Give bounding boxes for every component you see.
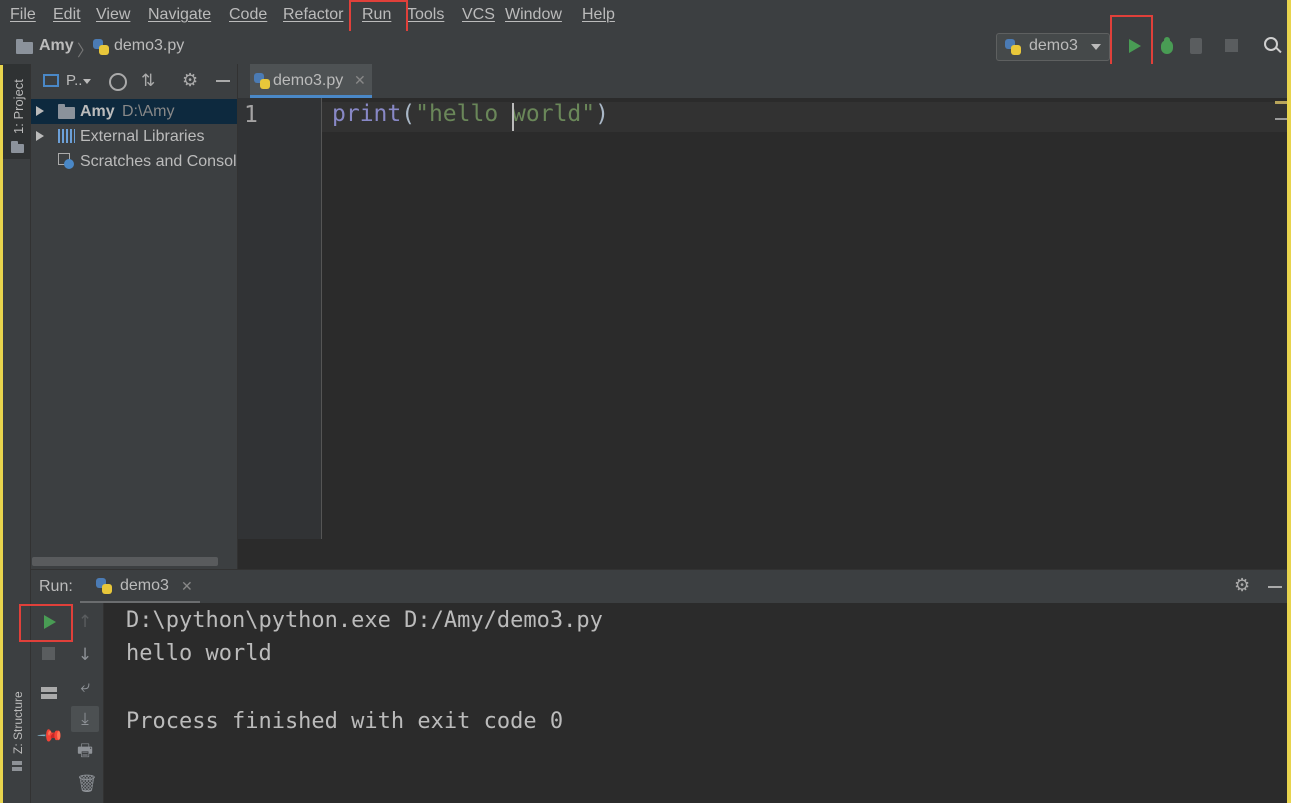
highlight-rerun-button [19,604,73,642]
run-with-coverage-button[interactable] [1190,38,1206,54]
gear-icon[interactable]: ⚙ [1234,576,1252,594]
folder-icon [58,104,75,119]
tree-item-label: Scratches and Consol [80,153,237,170]
python-file-icon [254,73,270,89]
tree-item-project-root[interactable]: Amy D:\Amy [31,99,237,124]
structure-tool-tab-label[interactable]: Z: Structure [11,691,25,754]
run-configuration-label: demo3 [1029,37,1078,54]
trash-icon[interactable]: 🗑 [76,775,98,793]
tree-item-external-libraries[interactable]: External Libraries [31,124,237,149]
folder-icon [11,141,24,153]
locate-target-icon[interactable] [109,73,127,91]
expand-arrow-icon[interactable] [36,131,44,141]
python-icon [96,578,112,594]
menu-bar: File Edit View Navigate Code Refactor Ru… [0,0,1287,31]
run-panel-header: Run: demo3 ✕ ⚙ [31,569,1287,605]
menu-help[interactable]: Help [582,6,615,24]
chevron-down-icon [83,79,91,84]
bug-icon [1161,40,1173,54]
line-number: 1 [244,102,258,128]
window-border-right [1287,0,1291,803]
minimize-icon[interactable] [216,80,230,82]
console-output[interactable] [104,603,1287,803]
code-editor[interactable] [238,98,1287,569]
python-file-icon [93,39,109,55]
tree-item-label: External Libraries [80,128,205,145]
close-icon[interactable]: ✕ [354,72,366,89]
libraries-icon [58,129,75,143]
breadcrumb-project[interactable]: Amy [39,37,74,55]
debug-button[interactable] [1159,37,1175,55]
editor-tab-bar [238,64,1287,99]
menu-refactor[interactable]: Refactor [283,6,343,24]
folder-icon [16,39,33,54]
coverage-icon [1190,38,1202,54]
menu-tools[interactable]: Tools [407,6,444,24]
print-icon[interactable]: 🖶 [76,742,94,760]
code-open-paren: ( [401,101,416,127]
stop-button[interactable] [42,647,55,660]
search-button[interactable] [1263,36,1283,56]
menu-window[interactable]: Window [505,6,562,24]
gear-icon[interactable]: ⚙ [182,71,200,89]
console-line: Process finished with exit code 0 [126,709,564,734]
tab-demo3[interactable]: demo3.py ✕ [250,64,372,98]
layout-icon[interactable] [41,687,57,699]
breadcrumb-separator: 〉 [77,43,94,60]
horizontal-scrollbar[interactable] [32,557,218,566]
tree-item-label: Amy [80,103,115,120]
error-stripe-mark [1275,118,1287,120]
tab-label: demo3.py [273,72,344,89]
editor-gutter [238,98,322,539]
run-tab-label: demo3 [120,577,169,594]
chevron-down-icon [1091,44,1101,50]
down-arrow-icon[interactable]: ↓ [76,646,94,664]
text-cursor [512,103,514,131]
left-tool-stripe: 1: Project Z: Structure [3,64,31,803]
menu-view[interactable]: View [96,6,130,24]
collapse-all-icon[interactable]: ⇅ [141,72,157,90]
expand-arrow-icon[interactable] [36,106,44,116]
minimize-icon[interactable] [1268,586,1282,588]
python-icon [1005,39,1021,55]
code-close-paren: ) [595,101,609,127]
run-panel-label: Run: [39,578,73,595]
pin-icon[interactable]: 📌 [36,722,65,751]
project-toolbar: P.. ⇅ ⚙ [31,64,237,98]
run-tab-demo3[interactable]: demo3 ✕ [80,570,200,603]
soft-wrap-icon[interactable]: ⤶ [76,678,94,696]
breadcrumb-file[interactable]: demo3.py [114,37,184,55]
code-function-name: print [332,101,402,127]
project-view-icon [43,74,59,87]
structure-icon [12,761,22,765]
tree-item-scratches[interactable]: Scratches and Consol [31,149,237,174]
code-line[interactable]: print("hello world") [332,101,609,127]
menu-edit[interactable]: Edit [53,6,81,24]
tree-item-path: D:\Amy [122,103,175,120]
up-arrow-icon[interactable]: ↑ [76,613,94,631]
menu-file[interactable]: File [10,6,36,24]
project-tool-tab-label: 1: Project [11,79,26,134]
menu-code[interactable]: Code [229,6,267,24]
run-configuration-select[interactable]: demo3 [996,33,1110,61]
editor-marker [1275,101,1287,104]
stop-button[interactable] [1225,39,1238,52]
scroll-to-end-icon: ⤓ [81,709,89,729]
console-line: hello world [126,641,272,666]
console-line: D:\python\python.exe D:/Amy/demo3.py [126,608,603,633]
code-string-literal: "hello world" [415,101,596,127]
project-view-selector[interactable]: P.. [66,72,82,89]
menu-vcs[interactable]: VCS [462,6,495,24]
menu-navigate[interactable]: Navigate [148,6,211,24]
close-icon[interactable]: ✕ [181,578,193,595]
